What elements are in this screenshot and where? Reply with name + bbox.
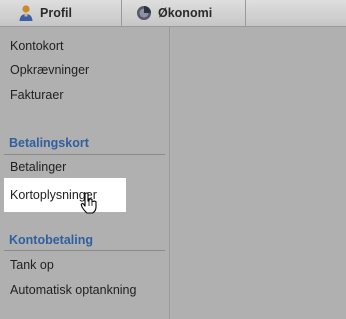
tab-okonomi-label: Økonomi	[158, 6, 213, 20]
section-divider	[4, 250, 165, 251]
user-icon	[19, 5, 33, 21]
economy-icon	[137, 6, 151, 20]
sidebar-item-automatisk-optankning[interactable]: Automatisk optankning	[4, 279, 136, 301]
hand-cursor-icon	[80, 192, 97, 214]
sidebar-item-label: Tank op	[10, 258, 54, 272]
sidebar-item-label: Fakturaer	[10, 88, 64, 102]
tab-profil[interactable]: Profil	[0, 0, 122, 26]
content-area	[171, 27, 346, 319]
sidebar-item-opkraevninger[interactable]: Opkrævninger	[4, 59, 89, 81]
sidebar: Kontokort Opkrævninger Fakturaer Betalin…	[0, 27, 170, 319]
section-title-kontobetaling: Kontobetaling	[9, 233, 94, 247]
sidebar-item-fakturaer[interactable]: Fakturaer	[4, 84, 64, 106]
tab-profil-label: Profil	[40, 6, 72, 20]
sidebar-item-label: Automatisk optankning	[10, 283, 137, 297]
sidebar-item-tank-op[interactable]: Tank op	[4, 254, 54, 276]
tab-bar: Profil Økonomi	[0, 0, 346, 27]
sidebar-item-kontokort[interactable]: Kontokort	[4, 35, 64, 57]
tab-okonomi[interactable]: Økonomi	[122, 0, 246, 26]
sidebar-item-betalinger[interactable]: Betalinger	[4, 156, 66, 178]
sidebar-item-label: Betalinger	[10, 160, 67, 174]
section-divider	[4, 154, 165, 155]
sidebar-item-kortoplysninger[interactable]: Kortoplysninger	[4, 178, 126, 212]
section-title-betalingskort: Betalingskort	[9, 136, 89, 150]
sidebar-item-label: Opkrævninger	[10, 63, 90, 77]
sidebar-item-label: Kontokort	[10, 39, 64, 53]
